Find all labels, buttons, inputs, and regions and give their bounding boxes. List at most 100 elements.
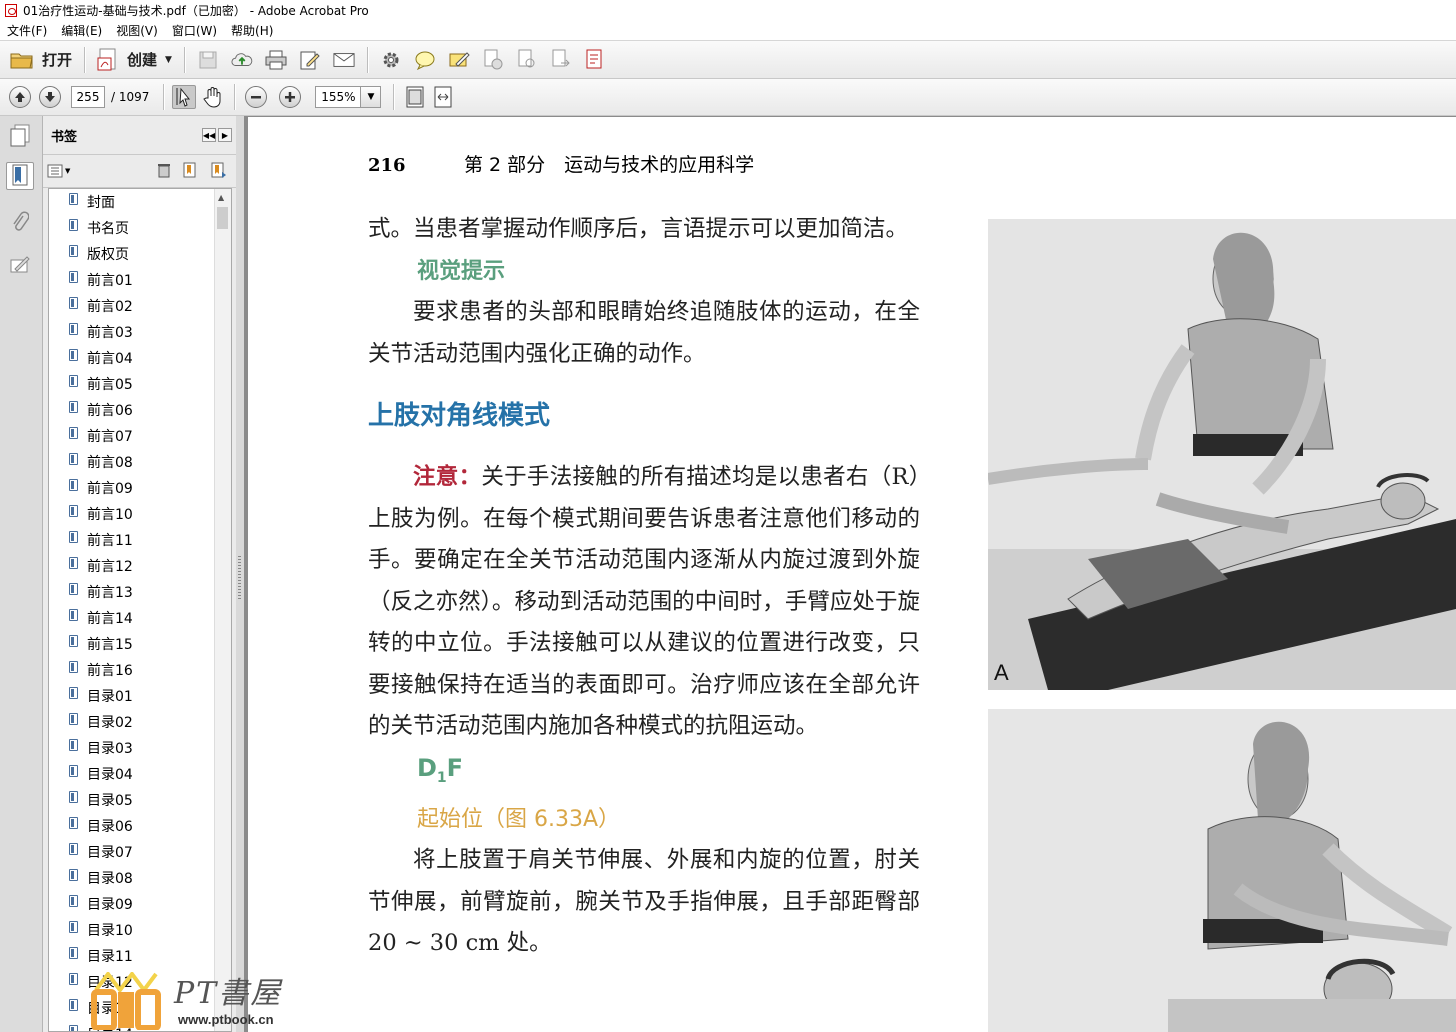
bookmark-item[interactable]: 前言01 <box>49 267 231 293</box>
zoom-select[interactable]: 155% ▼ <box>315 86 382 108</box>
bookmark-item[interactable]: 书名页 <box>49 215 231 241</box>
bookmark-page-icon <box>69 765 78 777</box>
bookmark-item[interactable]: 前言03 <box>49 319 231 345</box>
bookmark-item[interactable]: 前言12 <box>49 553 231 579</box>
page-number: 216 <box>368 155 406 176</box>
bookmark-item[interactable]: 目录09 <box>49 891 231 917</box>
menu-help[interactable]: 帮助(H) <box>224 22 280 39</box>
select-tool-button[interactable] <box>172 85 197 109</box>
bookmark-label: 前言08 <box>87 455 133 471</box>
hand-tool-button[interactable] <box>202 86 224 108</box>
gear-icon[interactable] <box>380 49 402 71</box>
bookmark-item[interactable]: 版权页 <box>49 241 231 267</box>
bookmark-item[interactable]: 前言14 <box>49 605 231 631</box>
expand-bookmark-icon[interactable] <box>210 162 228 178</box>
secure-document-icon[interactable] <box>482 49 504 71</box>
scrollbar-thumb[interactable] <box>217 207 228 229</box>
bookmark-item[interactable]: 目录07 <box>49 839 231 865</box>
menu-file[interactable]: 文件(F) <box>0 22 54 39</box>
photo-illustration <box>988 219 1456 690</box>
export-document-icon[interactable] <box>550 49 572 71</box>
menu-view[interactable]: 视图(V) <box>109 22 165 39</box>
bookmark-label: 前言01 <box>87 273 133 289</box>
bookmark-page-icon <box>69 687 78 699</box>
new-bookmark-icon[interactable] <box>182 162 200 178</box>
bookmark-item[interactable]: 前言02 <box>49 293 231 319</box>
page-number-input[interactable]: 255 <box>71 86 105 108</box>
bookmark-item[interactable]: 前言15 <box>49 631 231 657</box>
bookmark-item[interactable]: 目录03 <box>49 735 231 761</box>
bookmark-label: 前言03 <box>87 325 133 341</box>
fit-width-button[interactable] <box>432 86 454 108</box>
bookmark-item[interactable]: 目录10 <box>49 917 231 943</box>
panel-splitter[interactable] <box>236 116 244 1032</box>
splitter-grip[interactable] <box>238 556 241 600</box>
options-arrow-button[interactable]: ▶ <box>218 128 232 142</box>
bookmark-item[interactable]: 前言05 <box>49 371 231 397</box>
bookmark-label: 目录09 <box>87 897 133 913</box>
bookmark-item[interactable]: 目录06 <box>49 813 231 839</box>
bookmark-page-icon <box>69 817 78 829</box>
previous-page-button[interactable] <box>9 86 31 108</box>
bookmark-item[interactable]: 封面 <box>49 189 231 215</box>
trash-icon[interactable] <box>156 162 172 178</box>
bookmark-item[interactable]: 前言09 <box>49 475 231 501</box>
bookmark-label: 前言15 <box>87 637 133 653</box>
page-thumbnails-button[interactable] <box>6 122 34 150</box>
zoom-level[interactable]: 155% <box>315 86 362 108</box>
create-button[interactable]: 创建 ▼ <box>91 46 178 74</box>
paragraph: 式。当患者掌握动作顺序后，言语提示可以更加简洁。 <box>368 216 909 242</box>
sign-icon[interactable] <box>448 49 470 71</box>
cloud-upload-icon[interactable] <box>231 49 253 71</box>
bookmark-item[interactable]: 目录08 <box>49 865 231 891</box>
menu-edit[interactable]: 编辑(E) <box>54 22 109 39</box>
zoom-in-button[interactable] <box>279 86 302 108</box>
bookmark-item[interactable]: 前言16 <box>49 657 231 683</box>
signatures-button[interactable] <box>6 252 34 280</box>
document-search-icon[interactable] <box>516 49 538 71</box>
form-icon[interactable] <box>584 49 606 71</box>
watermark-url: www.ptbook.cn <box>178 1012 274 1027</box>
fit-page-icon <box>406 86 424 108</box>
bookmarks-panel-button[interactable] <box>6 162 34 190</box>
open-button[interactable]: 打开 <box>4 46 78 74</box>
comment-icon[interactable] <box>414 49 436 71</box>
chevron-down-icon[interactable]: ▼ <box>361 86 382 108</box>
bookmark-page-icon <box>69 869 78 881</box>
bookmark-item[interactable]: 目录04 <box>49 761 231 787</box>
bookmark-item[interactable]: 目录02 <box>49 709 231 735</box>
bookmark-item[interactable]: 前言07 <box>49 423 231 449</box>
bookmark-page-icon <box>69 557 78 569</box>
bookmark-label: 前言14 <box>87 611 133 627</box>
fit-page-button[interactable] <box>404 86 426 108</box>
scrollbar[interactable]: ▲ <box>214 189 231 1031</box>
menu-window[interactable]: 窗口(W) <box>165 22 224 39</box>
attachments-button[interactable] <box>6 208 34 236</box>
edit-document-icon[interactable] <box>299 49 321 71</box>
bookmarks-tools: ▼ <box>43 155 236 188</box>
bookmark-page-icon <box>69 947 78 959</box>
bookmark-item[interactable]: 目录05 <box>49 787 231 813</box>
bookmark-item[interactable]: 前言11 <box>49 527 231 553</box>
zoom-out-button[interactable] <box>245 86 268 108</box>
bookmark-item[interactable]: 前言08 <box>49 449 231 475</box>
section-heading: 上肢对角线模式 <box>368 401 551 431</box>
separator <box>84 46 86 73</box>
print-icon[interactable] <box>265 49 287 71</box>
save-icon[interactable] <box>197 49 219 71</box>
bookmark-label: 前言06 <box>87 403 133 419</box>
email-icon[interactable] <box>333 49 355 71</box>
bookmark-item[interactable]: 前言06 <box>49 397 231 423</box>
bookmark-item[interactable]: 前言13 <box>49 579 231 605</box>
pattern-suffix: F <box>446 753 464 782</box>
bookmark-page-icon <box>69 999 78 1011</box>
bookmark-item[interactable]: 目录01 <box>49 683 231 709</box>
next-page-button[interactable] <box>39 86 61 108</box>
bookmark-page-icon <box>69 531 78 543</box>
collapse-panel-button[interactable]: ◀◀ <box>202 128 216 142</box>
bookmark-page-icon <box>69 635 78 647</box>
bookmark-item[interactable]: 前言04 <box>49 345 231 371</box>
scroll-up-icon[interactable]: ▲ <box>218 193 224 202</box>
options-menu-button[interactable]: ▼ <box>47 164 70 178</box>
bookmark-item[interactable]: 前言10 <box>49 501 231 527</box>
